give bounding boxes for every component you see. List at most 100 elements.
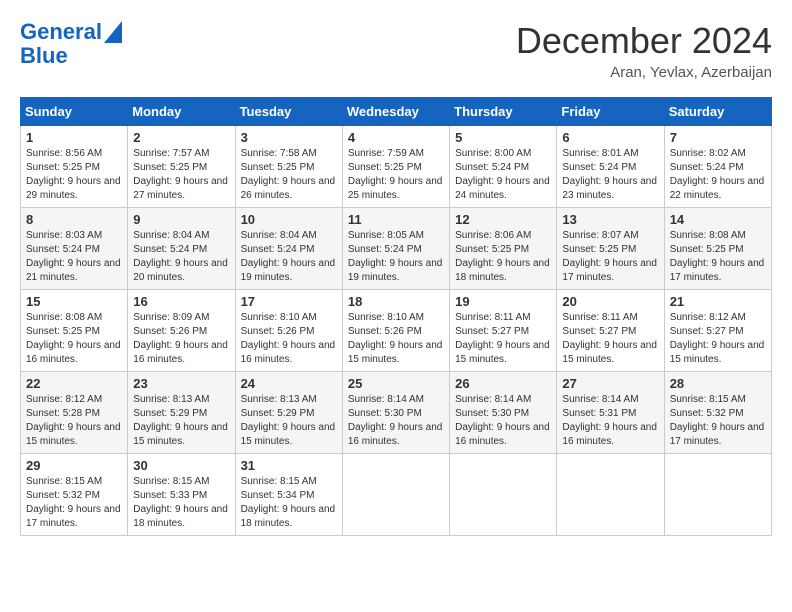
calendar-cell: 26 Sunrise: 8:14 AM Sunset: 5:30 PM Dayl… bbox=[450, 372, 557, 454]
calendar-cell bbox=[342, 454, 449, 536]
cell-sunset: Sunset: 5:27 PM bbox=[562, 326, 636, 337]
cell-daylight: Daylight: 9 hours and 17 minutes. bbox=[670, 258, 765, 283]
cell-daylight: Daylight: 9 hours and 16 minutes. bbox=[26, 340, 121, 365]
cell-sunrise: Sunrise: 7:58 AM bbox=[241, 148, 317, 159]
calendar-cell: 27 Sunrise: 8:14 AM Sunset: 5:31 PM Dayl… bbox=[557, 372, 664, 454]
cell-sunset: Sunset: 5:29 PM bbox=[241, 408, 315, 419]
header-saturday: Saturday bbox=[664, 98, 771, 126]
cell-sunrise: Sunrise: 8:11 AM bbox=[562, 312, 637, 323]
day-number: 29 bbox=[26, 458, 122, 473]
calendar-cell: 3 Sunrise: 7:58 AM Sunset: 5:25 PM Dayli… bbox=[235, 126, 342, 208]
cell-daylight: Daylight: 9 hours and 22 minutes. bbox=[670, 176, 765, 201]
calendar-cell: 19 Sunrise: 8:11 AM Sunset: 5:27 PM Dayl… bbox=[450, 290, 557, 372]
day-number: 30 bbox=[133, 458, 229, 473]
cell-sunset: Sunset: 5:30 PM bbox=[348, 408, 422, 419]
day-number: 15 bbox=[26, 294, 122, 309]
page-header: General Blue December 2024 Aran, Yevlax,… bbox=[20, 20, 772, 81]
day-number: 11 bbox=[348, 212, 444, 227]
cell-sunrise: Sunrise: 8:05 AM bbox=[348, 230, 424, 241]
cell-sunset: Sunset: 5:25 PM bbox=[133, 162, 207, 173]
cell-sunrise: Sunrise: 8:13 AM bbox=[133, 394, 209, 405]
cell-sunrise: Sunrise: 8:15 AM bbox=[670, 394, 746, 405]
header-sunday: Sunday bbox=[21, 98, 128, 126]
cell-sunset: Sunset: 5:26 PM bbox=[133, 326, 207, 337]
cell-sunrise: Sunrise: 8:15 AM bbox=[26, 476, 102, 487]
cell-sunrise: Sunrise: 7:59 AM bbox=[348, 148, 424, 159]
calendar-cell: 28 Sunrise: 8:15 AM Sunset: 5:32 PM Dayl… bbox=[664, 372, 771, 454]
cell-daylight: Daylight: 9 hours and 16 minutes. bbox=[348, 422, 443, 447]
cell-daylight: Daylight: 9 hours and 19 minutes. bbox=[241, 258, 336, 283]
day-number: 1 bbox=[26, 130, 122, 145]
calendar-cell: 11 Sunrise: 8:05 AM Sunset: 5:24 PM Dayl… bbox=[342, 208, 449, 290]
cell-sunset: Sunset: 5:25 PM bbox=[26, 326, 100, 337]
cell-sunrise: Sunrise: 8:11 AM bbox=[455, 312, 530, 323]
cell-sunset: Sunset: 5:24 PM bbox=[670, 162, 744, 173]
cell-sunrise: Sunrise: 8:01 AM bbox=[562, 148, 638, 159]
cell-sunset: Sunset: 5:24 PM bbox=[348, 244, 422, 255]
calendar-week-row: 1 Sunrise: 8:56 AM Sunset: 5:25 PM Dayli… bbox=[21, 126, 772, 208]
cell-daylight: Daylight: 9 hours and 25 minutes. bbox=[348, 176, 443, 201]
cell-daylight: Daylight: 9 hours and 23 minutes. bbox=[562, 176, 657, 201]
header-monday: Monday bbox=[128, 98, 235, 126]
cell-daylight: Daylight: 9 hours and 15 minutes. bbox=[241, 422, 336, 447]
day-number: 28 bbox=[670, 376, 766, 391]
calendar-cell: 30 Sunrise: 8:15 AM Sunset: 5:33 PM Dayl… bbox=[128, 454, 235, 536]
calendar-cell: 10 Sunrise: 8:04 AM Sunset: 5:24 PM Dayl… bbox=[235, 208, 342, 290]
calendar-cell bbox=[450, 454, 557, 536]
day-number: 25 bbox=[348, 376, 444, 391]
calendar-cell: 8 Sunrise: 8:03 AM Sunset: 5:24 PM Dayli… bbox=[21, 208, 128, 290]
day-number: 12 bbox=[455, 212, 551, 227]
calendar-cell: 25 Sunrise: 8:14 AM Sunset: 5:30 PM Dayl… bbox=[342, 372, 449, 454]
day-number: 17 bbox=[241, 294, 337, 309]
cell-daylight: Daylight: 9 hours and 19 minutes. bbox=[348, 258, 443, 283]
calendar-cell: 23 Sunrise: 8:13 AM Sunset: 5:29 PM Dayl… bbox=[128, 372, 235, 454]
calendar-cell: 20 Sunrise: 8:11 AM Sunset: 5:27 PM Dayl… bbox=[557, 290, 664, 372]
cell-sunset: Sunset: 5:24 PM bbox=[26, 244, 100, 255]
calendar-cell: 16 Sunrise: 8:09 AM Sunset: 5:26 PM Dayl… bbox=[128, 290, 235, 372]
cell-daylight: Daylight: 9 hours and 15 minutes. bbox=[348, 340, 443, 365]
day-number: 16 bbox=[133, 294, 229, 309]
day-number: 10 bbox=[241, 212, 337, 227]
cell-sunset: Sunset: 5:26 PM bbox=[241, 326, 315, 337]
cell-sunset: Sunset: 5:24 PM bbox=[241, 244, 315, 255]
calendar-cell: 18 Sunrise: 8:10 AM Sunset: 5:26 PM Dayl… bbox=[342, 290, 449, 372]
cell-sunrise: Sunrise: 8:10 AM bbox=[241, 312, 317, 323]
day-number: 23 bbox=[133, 376, 229, 391]
cell-daylight: Daylight: 9 hours and 24 minutes. bbox=[455, 176, 550, 201]
cell-daylight: Daylight: 9 hours and 16 minutes. bbox=[133, 340, 228, 365]
day-number: 6 bbox=[562, 130, 658, 145]
calendar-cell: 9 Sunrise: 8:04 AM Sunset: 5:24 PM Dayli… bbox=[128, 208, 235, 290]
cell-daylight: Daylight: 9 hours and 17 minutes. bbox=[670, 422, 765, 447]
cell-sunset: Sunset: 5:27 PM bbox=[455, 326, 529, 337]
cell-sunset: Sunset: 5:27 PM bbox=[670, 326, 744, 337]
cell-sunrise: Sunrise: 8:07 AM bbox=[562, 230, 638, 241]
cell-sunrise: Sunrise: 8:15 AM bbox=[241, 476, 317, 487]
calendar-cell: 2 Sunrise: 7:57 AM Sunset: 5:25 PM Dayli… bbox=[128, 126, 235, 208]
calendar-cell: 22 Sunrise: 8:12 AM Sunset: 5:28 PM Dayl… bbox=[21, 372, 128, 454]
calendar-cell: 17 Sunrise: 8:10 AM Sunset: 5:26 PM Dayl… bbox=[235, 290, 342, 372]
day-number: 2 bbox=[133, 130, 229, 145]
calendar-cell: 5 Sunrise: 8:00 AM Sunset: 5:24 PM Dayli… bbox=[450, 126, 557, 208]
cell-sunset: Sunset: 5:33 PM bbox=[133, 490, 207, 501]
header-wednesday: Wednesday bbox=[342, 98, 449, 126]
cell-sunrise: Sunrise: 8:14 AM bbox=[455, 394, 531, 405]
day-number: 9 bbox=[133, 212, 229, 227]
calendar-cell: 29 Sunrise: 8:15 AM Sunset: 5:32 PM Dayl… bbox=[21, 454, 128, 536]
calendar-cell: 21 Sunrise: 8:12 AM Sunset: 5:27 PM Dayl… bbox=[664, 290, 771, 372]
cell-sunrise: Sunrise: 8:12 AM bbox=[670, 312, 746, 323]
cell-daylight: Daylight: 9 hours and 15 minutes. bbox=[562, 340, 657, 365]
calendar-cell: 14 Sunrise: 8:08 AM Sunset: 5:25 PM Dayl… bbox=[664, 208, 771, 290]
calendar-week-row: 22 Sunrise: 8:12 AM Sunset: 5:28 PM Dayl… bbox=[21, 372, 772, 454]
cell-daylight: Daylight: 9 hours and 26 minutes. bbox=[241, 176, 336, 201]
calendar-week-row: 15 Sunrise: 8:08 AM Sunset: 5:25 PM Dayl… bbox=[21, 290, 772, 372]
cell-sunrise: Sunrise: 8:00 AM bbox=[455, 148, 531, 159]
month-title: December 2024 bbox=[516, 20, 772, 62]
cell-sunset: Sunset: 5:32 PM bbox=[670, 408, 744, 419]
cell-sunset: Sunset: 5:25 PM bbox=[241, 162, 315, 173]
calendar-week-row: 29 Sunrise: 8:15 AM Sunset: 5:32 PM Dayl… bbox=[21, 454, 772, 536]
day-number: 21 bbox=[670, 294, 766, 309]
day-number: 13 bbox=[562, 212, 658, 227]
calendar-cell: 24 Sunrise: 8:13 AM Sunset: 5:29 PM Dayl… bbox=[235, 372, 342, 454]
cell-daylight: Daylight: 9 hours and 15 minutes. bbox=[26, 422, 121, 447]
cell-daylight: Daylight: 9 hours and 18 minutes. bbox=[455, 258, 550, 283]
